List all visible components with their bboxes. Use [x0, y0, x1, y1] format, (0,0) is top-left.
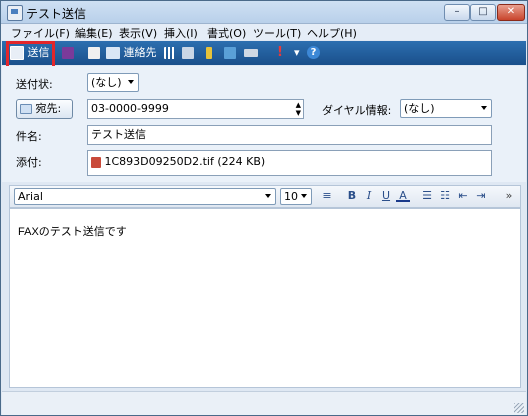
signature-icon	[244, 49, 258, 57]
chevron-down-icon	[301, 194, 307, 198]
font-size-value: 10	[284, 190, 298, 203]
spin-arrows-icon[interactable]: ▲ ▼	[296, 101, 301, 117]
address-book-icon	[20, 104, 32, 114]
to-field[interactable]: 03-0000-9999 ▲ ▼	[87, 99, 304, 119]
decrease-indent-icon[interactable]: ⇤	[456, 189, 470, 203]
maximize-button[interactable]: □	[470, 4, 496, 21]
subject-value: テスト送信	[91, 128, 146, 141]
style-icon[interactable]: ≡	[320, 189, 334, 203]
attachment-label: 添付:	[16, 156, 42, 169]
dial-info-select[interactable]: (なし)	[400, 99, 492, 118]
save-icon	[62, 47, 74, 59]
subject-field[interactable]: テスト送信	[87, 125, 492, 145]
chevron-down-icon	[481, 106, 487, 110]
menu-edit[interactable]: 編集(E)	[75, 25, 113, 41]
to-button-label: 宛先:	[35, 102, 62, 115]
italic-button[interactable]: I	[362, 189, 376, 203]
menu-bar: ファイル(F) 編集(E) 表示(V) 挿入(I) 書式(O) ツール(T) ヘ…	[1, 24, 527, 40]
priority-button[interactable]: !	[277, 45, 283, 61]
grid-button[interactable]	[164, 45, 176, 61]
font-name-select[interactable]: Arial	[14, 188, 276, 205]
menu-view[interactable]: 表示(V)	[119, 25, 157, 41]
dial-info-value: (なし)	[404, 102, 435, 115]
chevron-down-icon	[265, 194, 271, 198]
attachment-name[interactable]: 1C893D09250D2.tif (224 KB)	[105, 155, 266, 168]
signature-button[interactable]	[244, 45, 258, 61]
close-button[interactable]: ✕	[497, 4, 525, 21]
bullet-list-icon[interactable]: ☷	[438, 189, 452, 203]
grid-icon	[164, 47, 176, 59]
bold-button[interactable]: B	[345, 189, 359, 203]
attach-button[interactable]	[206, 45, 212, 61]
resize-grip-icon[interactable]	[514, 403, 524, 413]
to-value: 03-0000-9999	[91, 102, 169, 115]
header-fields-panel: 送付状: (なし) 宛先: 03-0000-9999 ▲ ▼ ダイヤル情報: (な…	[2, 66, 526, 182]
menu-insert[interactable]: 挿入(I)	[164, 25, 198, 41]
send-highlight-frame	[6, 41, 55, 69]
chevron-down-icon	[128, 80, 134, 84]
increase-indent-icon[interactable]: ⇥	[474, 189, 488, 203]
numbered-list-icon[interactable]: ☰	[420, 189, 434, 203]
save-button[interactable]	[62, 45, 74, 61]
dial-info-label: ダイヤル情報:	[322, 104, 392, 117]
insert-image-button[interactable]	[224, 45, 236, 61]
attachment-field[interactable]: 1C893D09250D2.tif (224 KB)	[87, 150, 492, 176]
subject-label: 件名:	[16, 130, 42, 143]
fax-app-icon	[7, 5, 23, 21]
image-icon	[224, 47, 236, 59]
menu-format[interactable]: 書式(O)	[207, 25, 246, 41]
font-name-value: Arial	[18, 190, 43, 203]
address-card-icon	[106, 47, 120, 59]
priority-dropdown[interactable]: ▾	[294, 45, 300, 61]
status-bar	[2, 391, 526, 415]
contacts-button[interactable]: 連絡先	[106, 45, 157, 61]
paperclip-icon	[206, 47, 212, 59]
cut-button[interactable]	[182, 45, 194, 61]
message-body-text: FAXのテスト送信です	[18, 226, 127, 238]
minimize-button[interactable]: –	[444, 4, 470, 21]
menu-help[interactable]: ヘルプ(H)	[307, 25, 357, 41]
contacts-label: 連絡先	[123, 46, 157, 59]
menu-file[interactable]: ファイル(F)	[11, 25, 70, 41]
scissors-icon	[182, 47, 194, 59]
menu-tools[interactable]: ツール(T)	[253, 25, 301, 41]
to-button[interactable]: 宛先:	[16, 99, 73, 119]
cover-page-value: (なし)	[91, 76, 122, 89]
message-body-editor[interactable]: FAXのテスト送信です	[9, 208, 521, 388]
tif-file-icon	[91, 156, 101, 168]
document-icon	[88, 47, 100, 59]
window-title: テスト送信	[26, 7, 87, 21]
cover-page-select[interactable]: (なし)	[87, 73, 139, 92]
print-button[interactable]	[88, 45, 100, 61]
cover-page-label: 送付状:	[16, 78, 53, 91]
font-size-select[interactable]: 10	[280, 188, 312, 205]
main-toolbar: 送信 連絡先 ! ▾ ?	[2, 41, 526, 65]
font-color-button[interactable]: A	[396, 189, 410, 202]
more-options-button[interactable]: »	[502, 189, 516, 203]
fax-compose-window: テスト送信 – □ ✕ ファイル(F) 編集(E) 表示(V) 挿入(I) 書式…	[0, 0, 528, 416]
format-toolbar: Arial 10 ≡ B I U A ☰ ☷ ⇤ ⇥ »	[9, 185, 521, 208]
title-bar: テスト送信 – □ ✕	[1, 1, 527, 24]
underline-button[interactable]: U	[379, 189, 393, 203]
help-icon[interactable]: ?	[307, 46, 320, 59]
